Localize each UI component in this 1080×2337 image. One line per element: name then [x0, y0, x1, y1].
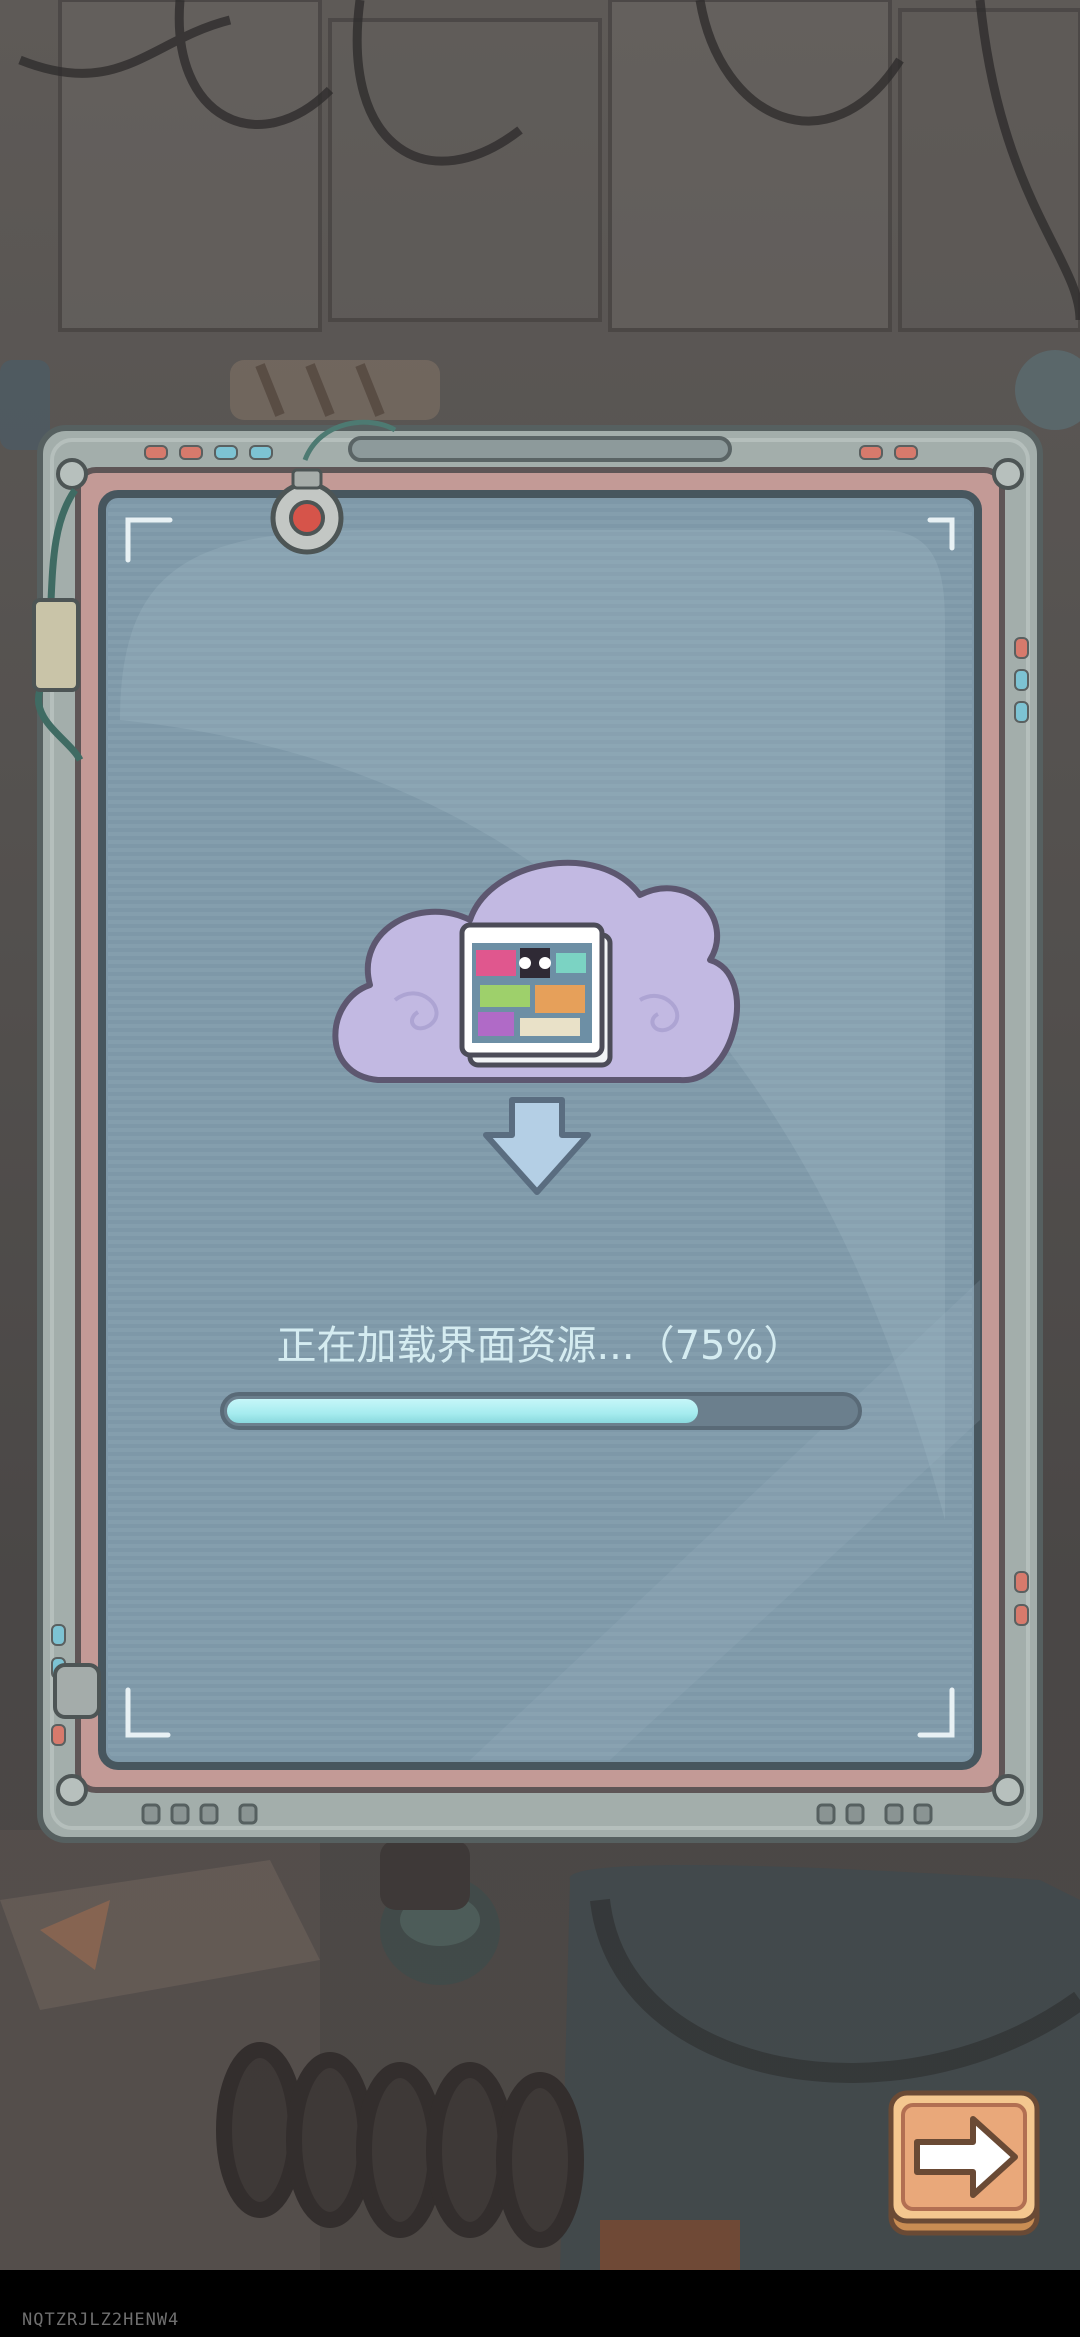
next-button[interactable]	[885, 2087, 1041, 2237]
arrow-down-icon	[483, 1097, 591, 1195]
cloud-download-icon	[332, 859, 740, 1195]
loading-progress-bar	[220, 1392, 862, 1430]
loading-status-text: 正在加载界面资源...（75%）	[276, 1323, 804, 1369]
game-screen: 正在加载界面资源...（75%） NQTZRJLZ2HENW4	[0, 0, 1080, 2337]
progress-bar-fill	[227, 1399, 698, 1423]
device-code-text: NQTZRJLZ2HENW4	[22, 2310, 180, 2330]
